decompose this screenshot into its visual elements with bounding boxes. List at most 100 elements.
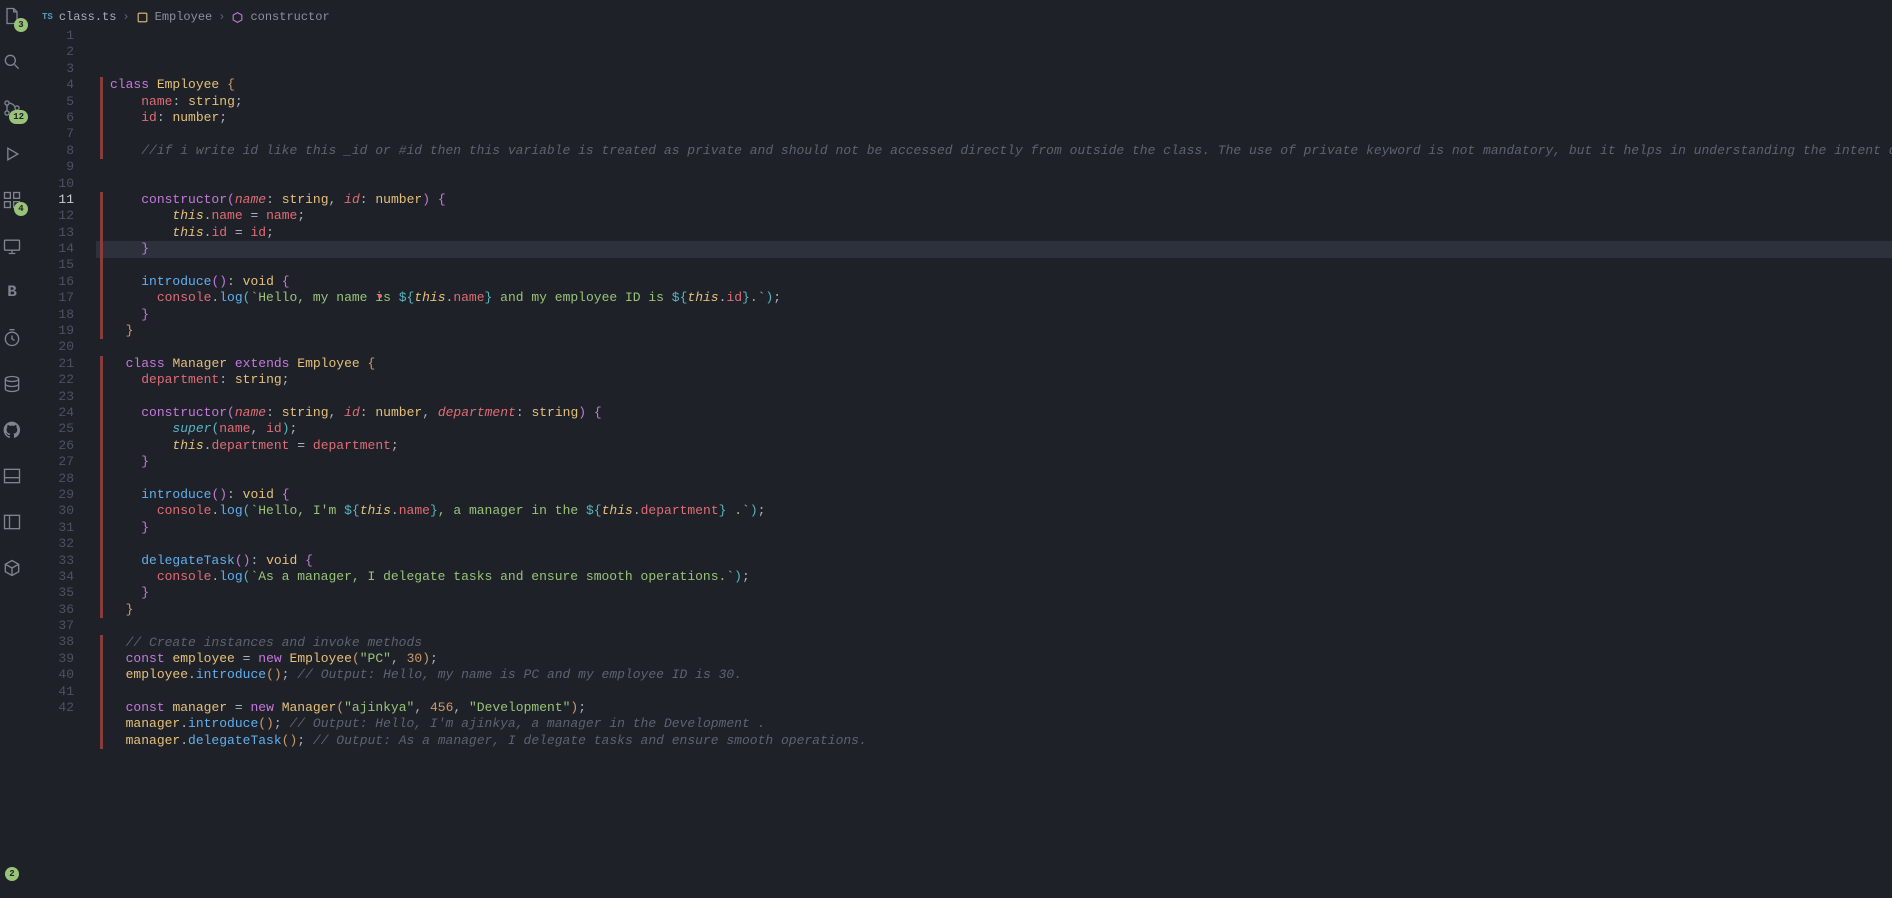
code-line[interactable]: constructor(name: string, id: number, de… bbox=[96, 405, 1892, 421]
line-number: 26 bbox=[24, 438, 96, 454]
code-line[interactable]: manager.delegateTask(); // Output: As a … bbox=[96, 733, 1892, 749]
change-indicator bbox=[100, 274, 103, 290]
line-number: 30 bbox=[24, 503, 96, 519]
editor-main: TS class.ts › Employee › constructor 123… bbox=[24, 0, 1892, 898]
code-line[interactable] bbox=[96, 339, 1892, 355]
breadcrumb-file[interactable]: class.ts bbox=[59, 10, 117, 24]
code-area[interactable]: class Employee { name: string; id: numbe… bbox=[96, 28, 1892, 898]
database-icon[interactable] bbox=[0, 372, 24, 396]
change-indicator bbox=[100, 372, 103, 388]
code-line[interactable] bbox=[96, 536, 1892, 552]
source-control-icon[interactable]: 12 bbox=[0, 96, 24, 120]
change-indicator bbox=[100, 339, 103, 355]
code-line[interactable]: } bbox=[96, 307, 1892, 323]
line-number: 19 bbox=[24, 323, 96, 339]
line-number: 3 bbox=[24, 61, 96, 77]
run-debug-icon[interactable] bbox=[0, 142, 24, 166]
line-gutter: 1234567891011121314151617181920212223242… bbox=[24, 28, 96, 898]
code-line[interactable]: introduce(): void { bbox=[96, 274, 1892, 290]
change-indicator bbox=[100, 471, 103, 487]
account-icon[interactable]: 2 bbox=[0, 862, 24, 886]
change-indicator bbox=[100, 389, 103, 405]
line-number: 18 bbox=[24, 307, 96, 323]
code-line[interactable]: //if i write id like this _id or #id the… bbox=[96, 143, 1892, 159]
code-line[interactable]: } bbox=[96, 323, 1892, 339]
code-line[interactable] bbox=[96, 159, 1892, 175]
code-line[interactable]: // Create instances and invoke methods bbox=[96, 635, 1892, 651]
change-indicator bbox=[100, 684, 103, 700]
code-line[interactable]: this.id = id; bbox=[96, 225, 1892, 241]
ts-icon: TS bbox=[42, 12, 53, 22]
change-indicator bbox=[100, 536, 103, 552]
code-line[interactable] bbox=[96, 176, 1892, 192]
sidebar-icon[interactable] bbox=[0, 510, 24, 534]
code-line[interactable]: console.log(`Hello, my name is ${this.na… bbox=[96, 290, 1892, 306]
github-icon[interactable] bbox=[0, 418, 24, 442]
change-indicator bbox=[100, 503, 103, 519]
code-line[interactable]: } bbox=[96, 454, 1892, 470]
editor[interactable]: 1234567891011121314151617181920212223242… bbox=[24, 28, 1892, 898]
change-indicator bbox=[100, 733, 103, 749]
code-line[interactable]: introduce(): void { bbox=[96, 487, 1892, 503]
line-number: 23 bbox=[24, 389, 96, 405]
code-line[interactable]: constructor(name: string, id: number) { bbox=[96, 192, 1892, 208]
code-line[interactable] bbox=[96, 389, 1892, 405]
code-line[interactable]: const manager = new Manager("ajinkya", 4… bbox=[96, 700, 1892, 716]
change-indicator bbox=[100, 602, 103, 618]
change-indicator bbox=[100, 454, 103, 470]
breadcrumb-class[interactable]: Employee bbox=[155, 10, 213, 24]
code-line[interactable]: employee.introduce(); // Output: Hello, … bbox=[96, 667, 1892, 683]
search-icon[interactable] bbox=[0, 50, 24, 74]
line-number: 20 bbox=[24, 339, 96, 355]
code-line[interactable]: this.department = department; bbox=[96, 438, 1892, 454]
code-line[interactable]: id: number; bbox=[96, 110, 1892, 126]
code-line[interactable]: const employee = new Employee("PC", 30); bbox=[96, 651, 1892, 667]
line-number: 6 bbox=[24, 110, 96, 126]
change-indicator bbox=[100, 635, 103, 651]
account-badge: 2 bbox=[5, 867, 19, 881]
error-dot-icon bbox=[378, 294, 382, 298]
code-line[interactable]: class Employee { bbox=[96, 77, 1892, 93]
code-line[interactable]: department: string; bbox=[96, 372, 1892, 388]
panel-icon[interactable] bbox=[0, 464, 24, 488]
code-line[interactable]: name: string; bbox=[96, 94, 1892, 110]
change-indicator bbox=[100, 192, 103, 208]
change-indicator bbox=[100, 307, 103, 323]
code-line[interactable]: } bbox=[96, 602, 1892, 618]
code-line[interactable]: console.log(`As a manager, I delegate ta… bbox=[96, 569, 1892, 585]
breadcrumb-method[interactable]: constructor bbox=[250, 10, 329, 24]
breadcrumb[interactable]: TS class.ts › Employee › constructor bbox=[24, 8, 1892, 28]
remote-icon[interactable] bbox=[0, 234, 24, 258]
code-line[interactable]: console.log(`Hello, I'm ${this.name}, a … bbox=[96, 503, 1892, 519]
line-number: 8 bbox=[24, 143, 96, 159]
timer-icon[interactable] bbox=[0, 326, 24, 350]
change-indicator bbox=[100, 651, 103, 667]
change-indicator bbox=[100, 438, 103, 454]
line-number: 22 bbox=[24, 372, 96, 388]
change-indicator bbox=[100, 569, 103, 585]
code-line[interactable]: manager.introduce(); // Output: Hello, I… bbox=[96, 716, 1892, 732]
explorer-icon[interactable]: 3 bbox=[0, 4, 24, 28]
line-number: 34 bbox=[24, 569, 96, 585]
code-line[interactable] bbox=[96, 749, 1892, 765]
box-icon[interactable] bbox=[0, 556, 24, 580]
code-line[interactable] bbox=[96, 258, 1892, 274]
code-line[interactable]: super(name, id); bbox=[96, 421, 1892, 437]
code-line[interactable]: } bbox=[96, 585, 1892, 601]
line-number: 28 bbox=[24, 471, 96, 487]
change-indicator bbox=[100, 520, 103, 536]
code-line[interactable] bbox=[96, 471, 1892, 487]
code-line[interactable]: class Manager extends Employee { bbox=[96, 356, 1892, 372]
code-line[interactable]: this.name = name; bbox=[96, 208, 1892, 224]
change-indicator bbox=[100, 356, 103, 372]
bold-icon[interactable]: B bbox=[0, 280, 24, 304]
code-line[interactable]: delegateTask(): void { bbox=[96, 553, 1892, 569]
extensions-icon[interactable]: 4 bbox=[0, 188, 24, 212]
change-indicator bbox=[100, 208, 103, 224]
code-line[interactable]: } bbox=[96, 241, 1892, 257]
line-number: 42 bbox=[24, 700, 96, 716]
code-line[interactable]: } bbox=[96, 520, 1892, 536]
code-line[interactable] bbox=[96, 618, 1892, 634]
code-line[interactable] bbox=[96, 126, 1892, 142]
code-line[interactable] bbox=[96, 684, 1892, 700]
